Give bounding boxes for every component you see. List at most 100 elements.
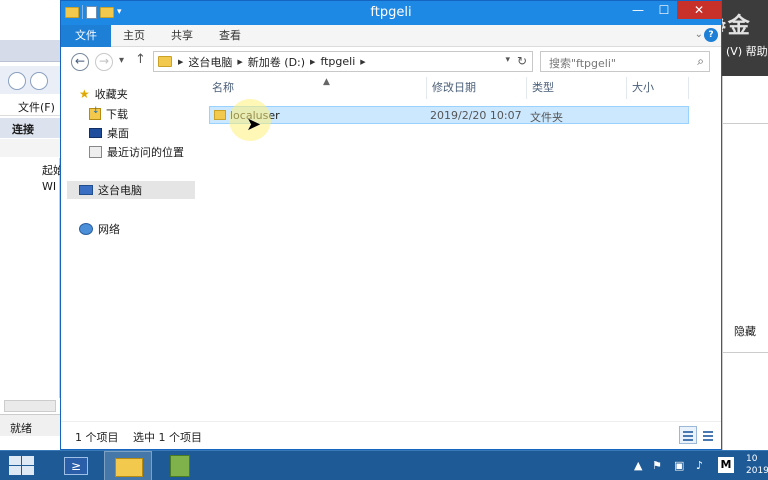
- downloads-icon: [89, 106, 101, 120]
- sort-ascending-icon: ▲: [323, 77, 330, 87]
- taskbar: ≥ ▲ ⚑ ▣ ♪ M 10 2019: [0, 450, 768, 480]
- connections-tree: 起始 WI: [0, 158, 64, 398]
- ribbon: 文件 主页 共享 查看 ⌄ ?: [61, 25, 721, 47]
- details-view-icon[interactable]: [679, 426, 697, 444]
- status-bar: 1 个项目 选中 1 个项目: [61, 421, 721, 449]
- action-center-icon[interactable]: ⚑: [652, 459, 662, 472]
- start-button[interactable]: [8, 455, 36, 477]
- iis-manager-icon: [170, 455, 190, 477]
- recent-places-icon: [89, 146, 102, 158]
- actions-divider: [722, 123, 768, 124]
- tab-file[interactable]: 文件: [61, 25, 111, 47]
- window-controls: — ☐ ✕: [625, 1, 721, 19]
- network-icon: [79, 223, 93, 235]
- clock-time: 10: [746, 454, 758, 464]
- nav-item-this-pc[interactable]: 这台电脑: [67, 181, 195, 199]
- chevron-right-icon[interactable]: ▶: [360, 58, 365, 66]
- column-label: 名称: [212, 81, 234, 94]
- background-menu-file[interactable]: 文件(F): [0, 96, 60, 116]
- action-hide[interactable]: 隐藏: [734, 323, 756, 339]
- ime-indicator[interactable]: M: [718, 457, 734, 473]
- chevron-right-icon[interactable]: ▶: [178, 58, 183, 66]
- actions-panel: [722, 76, 768, 450]
- close-button[interactable]: ✕: [677, 1, 721, 19]
- clock-date: 2019: [746, 466, 768, 476]
- column-header-size[interactable]: 大小: [627, 77, 689, 99]
- column-header-name[interactable]: 名称 ▲: [207, 77, 427, 99]
- back-circle-icon[interactable]: [8, 72, 26, 90]
- file-modified: 2019/2/20 10:07: [430, 109, 522, 122]
- recent-locations-icon[interactable]: ▾: [119, 55, 124, 66]
- status-selected-count: 选中 1 个项目: [133, 431, 202, 444]
- window-title: ftpgeli: [370, 5, 412, 20]
- background-toolbar: [0, 139, 60, 157]
- mouse-pointer-icon: ➤: [246, 114, 262, 135]
- nav-item-recent[interactable]: 最近访问的位置: [89, 143, 184, 161]
- start-logo-pane: [9, 466, 21, 475]
- navigation-pane: ★ 收藏夹 下载 桌面 最近访问的位置 这台电脑 网络: [61, 77, 197, 421]
- nav-item-network[interactable]: 网络: [79, 220, 120, 238]
- navigation-bar: ← → ▾ ↑ ▶ 这台电脑 ▶ 新加卷 (D:) ▶ ftpgeli ▶ ▾ …: [61, 47, 721, 77]
- nav-label: 这台电脑: [98, 184, 142, 197]
- desktop-icon: [89, 128, 102, 138]
- nav-label: 桌面: [107, 127, 129, 140]
- nav-item-downloads[interactable]: 下载: [89, 105, 128, 123]
- volume-icon[interactable]: ♪: [696, 459, 703, 472]
- network-tray-icon[interactable]: ▣: [674, 459, 684, 472]
- star-icon: ★: [79, 87, 90, 101]
- taskbar-iis-manager[interactable]: [156, 451, 204, 480]
- search-input[interactable]: 搜索"ftpgeli" ⌕: [540, 51, 710, 72]
- taskbar-powershell[interactable]: ≥: [52, 451, 100, 480]
- connections-header: 连接: [0, 118, 60, 138]
- help-icon[interactable]: ?: [704, 28, 718, 42]
- chevron-right-icon[interactable]: ▶: [310, 58, 315, 66]
- large-icons-view-icon[interactable]: [699, 426, 717, 444]
- refresh-icon[interactable]: ↻: [517, 54, 527, 68]
- actions-divider-2: [722, 352, 768, 353]
- breadcrumb-drive-d[interactable]: 新加卷 (D:): [248, 54, 305, 70]
- tab-view[interactable]: 查看: [209, 25, 251, 47]
- search-placeholder: 搜索"ftpgeli": [549, 57, 616, 70]
- background-scrollbar[interactable]: [4, 400, 56, 412]
- address-dropdown-icon[interactable]: ▾: [505, 55, 510, 65]
- start-logo-pane: [22, 456, 34, 465]
- maximize-button[interactable]: ☐: [651, 1, 677, 19]
- minimize-button[interactable]: —: [625, 1, 651, 19]
- taskbar-explorer[interactable]: [104, 451, 152, 480]
- back-button[interactable]: ←: [71, 53, 89, 71]
- address-folder-icon: [158, 56, 172, 67]
- nav-label: 网络: [98, 223, 120, 236]
- search-icon[interactable]: ⌕: [697, 54, 704, 69]
- tray-expand-icon[interactable]: ▲: [634, 459, 642, 472]
- explorer-icon: [115, 458, 143, 477]
- titlebar: ▾ ftpgeli — ☐ ✕: [61, 1, 721, 25]
- start-logo-pane: [22, 466, 34, 475]
- clock[interactable]: 10 2019: [746, 453, 768, 477]
- tab-share[interactable]: 共享: [161, 25, 203, 47]
- table-row[interactable]: localuser 2019/2/20 10:07 文件夹: [209, 106, 689, 124]
- nav-label: 收藏夹: [94, 88, 128, 101]
- chevron-right-icon[interactable]: ▶: [237, 58, 242, 66]
- nav-item-favorites[interactable]: ★ 收藏夹: [79, 85, 128, 103]
- column-header-type[interactable]: 类型: [527, 77, 627, 99]
- folder-icon: [214, 110, 226, 120]
- up-button[interactable]: ↑: [135, 52, 146, 67]
- breadcrumb-this-pc[interactable]: 这台电脑: [188, 54, 232, 70]
- background-titlebar: [0, 40, 60, 62]
- explorer-window: ▾ ftpgeli — ☐ ✕ 文件 主页 共享 查看 ⌄ ? ← → ▾ ↑ …: [60, 0, 722, 450]
- file-list: 名称 ▲ 修改日期 类型 大小 localuser 2019/2/20 10:0…: [197, 77, 721, 421]
- ribbon-expand-icon[interactable]: ⌄: [695, 29, 703, 40]
- content-area: ★ 收藏夹 下载 桌面 最近访问的位置 这台电脑 网络: [61, 77, 721, 449]
- breadcrumb-ftpgeli[interactable]: ftpgeli: [320, 55, 355, 68]
- column-header-modified[interactable]: 修改日期: [427, 77, 527, 99]
- file-type: 文件夹: [530, 111, 563, 124]
- background-nav: [0, 66, 60, 94]
- tab-home[interactable]: 主页: [113, 25, 155, 47]
- status-item-count: 1 个项目: [75, 431, 119, 444]
- forward-button[interactable]: →: [95, 53, 113, 71]
- background-right-menu[interactable]: (V) 帮助: [722, 40, 768, 60]
- address-bar[interactable]: ▶ 这台电脑 ▶ 新加卷 (D:) ▶ ftpgeli ▶ ▾ ↻: [153, 51, 533, 72]
- forward-circle-icon[interactable]: [30, 72, 48, 90]
- tree-item-server[interactable]: WI: [42, 180, 56, 193]
- nav-item-desktop[interactable]: 桌面: [89, 124, 129, 142]
